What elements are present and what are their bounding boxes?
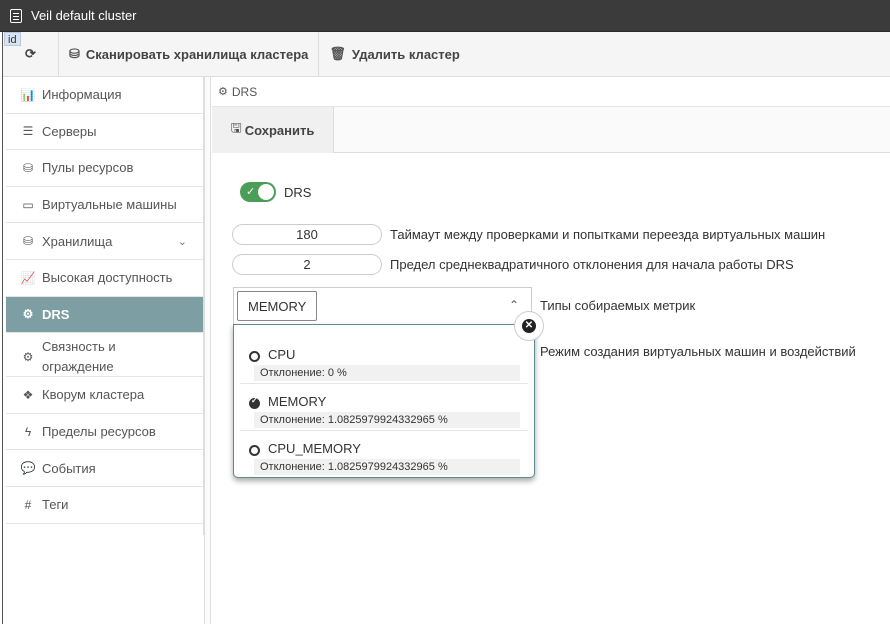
drs-toggle[interactable]: ✓ — [240, 182, 276, 202]
bolt-icon: ϟ — [24, 424, 32, 439]
toggle-knob — [258, 184, 274, 200]
selected-metric-chip[interactable]: MEMORY — [237, 291, 318, 321]
trash-icon: 🗑 — [329, 46, 346, 61]
save-button[interactable]: 🖫 Сохранить — [212, 107, 334, 153]
sidebar-item-quorum[interactable]: ❖ Кворум кластера — [6, 377, 203, 414]
chart-icon: 📊 — [20, 87, 36, 102]
selected-metric-label: MEMORY — [248, 298, 307, 314]
hashtag-icon: # — [24, 497, 32, 512]
refresh-icon: ⟳ — [25, 46, 36, 61]
comment-icon: 💬 — [20, 461, 36, 476]
sidebar-item-label: Виртуальные машины — [42, 197, 177, 213]
option-deviation: Отклонение: 1.0825979924332965 % — [254, 412, 520, 428]
scan-storage-label: Сканировать хранилища кластера — [85, 46, 309, 62]
deviation-input[interactable] — [232, 254, 382, 275]
drs-toggle-label: DRS — [284, 185, 312, 200]
timeout-label: Таймаут между проверками и попытками пер… — [390, 227, 826, 242]
server-icon: ☰ — [22, 124, 34, 139]
breadcrumb: ⚙ DRS — [212, 77, 890, 107]
id-badge: id — [4, 32, 21, 46]
cogs-icon: ⚙ — [218, 86, 228, 98]
chevron-down-icon[interactable]: ⌄ — [178, 235, 187, 248]
metric-option-memory[interactable]: MEMORY Отклонение: 1.0825979924332965 % — [240, 384, 528, 431]
radio-unchecked-icon — [249, 445, 260, 456]
close-dropdown-button[interactable]: ✕ — [514, 311, 544, 341]
database-icon: ⛁ — [22, 234, 34, 249]
sidebar-item-label: События — [42, 460, 96, 476]
sidebar-item-label: Серверы — [42, 123, 97, 139]
check-icon: ✓ — [246, 186, 256, 198]
monitor-icon: ▭ — [22, 197, 34, 212]
sidebar-item-label: Высокая доступность — [42, 270, 173, 286]
sidebar-item-connectivity[interactable]: ⚙ Связность и ограждение — [6, 333, 203, 378]
option-deviation: Отклонение: 0 % — [254, 365, 520, 381]
option-deviation: Отклонение: 1.0825979924332965 % — [254, 459, 520, 475]
metric-option-cpu[interactable]: CPU Отклонение: 0 % — [240, 337, 528, 384]
sidebar-item-virtual-machines[interactable]: ▭ Виртуальные машины — [6, 187, 203, 224]
cubes-icon: ❖ — [22, 387, 34, 402]
close-icon: ✕ — [522, 319, 536, 333]
option-name: CPU_MEMORY — [268, 441, 361, 456]
timeout-input[interactable] — [232, 224, 382, 245]
sidebar-item-resource-pools[interactable]: ⛁ Пулы ресурсов — [6, 150, 203, 187]
mode-label: Режим создания виртуальных машин и возде… — [540, 344, 856, 359]
sidebar-item-high-availability[interactable]: 📈 Высокая доступность — [6, 260, 203, 297]
sidebar-item-info[interactable]: 📊 Информация — [6, 77, 203, 114]
radio-checked-icon — [249, 396, 260, 409]
save-label: Сохранить — [244, 122, 315, 138]
metrics-label: Типы собираемых метрик — [540, 298, 696, 313]
sidebar-item-label: Пределы ресурсов — [42, 424, 156, 440]
sidebar-item-storage[interactable]: ⛁ Хранилища ⌄ — [6, 223, 203, 260]
deviation-label: Предел среднеквадратичного отклонения дл… — [390, 257, 794, 272]
sidebar-item-label: Информация — [42, 87, 122, 103]
action-bar: 🖫 Сохранить — [212, 107, 890, 153]
database-search-icon: ⛁ — [69, 46, 80, 61]
toolbar: ⟳ ⛁ Сканировать хранилища кластера 🗑 Уда… — [3, 31, 890, 77]
sidebar-item-events[interactable]: 💬 События — [6, 450, 203, 487]
metrics-dropdown: CPU Отклонение: 0 % MEMORY Отклонение: 1… — [233, 324, 535, 478]
sidebar-item-label: Кворум кластера — [42, 387, 145, 403]
sidebar-item-label: Хранилища — [42, 233, 113, 249]
cogs-icon: ⚙ — [22, 350, 34, 365]
sidebar-item-drs[interactable]: ⚙ DRS — [6, 296, 203, 334]
sidebar-item-tags[interactable]: # Теги — [6, 487, 203, 524]
metrics-select[interactable]: MEMORY ⌃ — [233, 287, 532, 324]
radio-unchecked-icon — [249, 351, 260, 362]
sidebar-item-label: Пулы ресурсов — [42, 160, 134, 176]
database-gear-icon: ⛁ — [22, 160, 34, 175]
sidebar-item-label: Теги — [42, 497, 69, 513]
window-app-icon — [10, 8, 22, 23]
option-name: CPU — [268, 347, 296, 362]
delete-cluster-label: Удалить кластер — [351, 46, 460, 62]
sidebar: 📊 Информация ☰ Серверы ⛁ Пулы ресурсов ▭… — [6, 77, 204, 535]
scan-storage-button[interactable]: ⛁ Сканировать хранилища кластера — [59, 32, 318, 77]
sidebar-item-label: Связность и ограждение — [42, 339, 116, 375]
cogs-icon: ⚙ — [22, 307, 34, 322]
chevron-up-icon[interactable]: ⌃ — [509, 298, 519, 312]
delete-cluster-button[interactable]: 🗑 Удалить кластер — [319, 32, 469, 77]
panel-splitter[interactable] — [204, 77, 211, 624]
window-titlebar: Veil default cluster — [0, 0, 890, 32]
option-name: MEMORY — [268, 394, 327, 409]
sidebar-item-label: DRS — [42, 306, 70, 322]
floppy-disk-icon: 🖫 — [230, 120, 242, 135]
metric-option-cpu-memory[interactable]: CPU_MEMORY Отклонение: 1.082597992433296… — [240, 431, 528, 478]
breadcrumb-label: DRS — [231, 84, 258, 99]
window-title: Veil default cluster — [31, 8, 137, 23]
sidebar-item-resource-limits[interactable]: ϟ Пределы ресурсов — [6, 414, 203, 451]
line-chart-icon: 📈 — [20, 270, 36, 285]
sidebar-item-servers[interactable]: ☰ Серверы — [6, 114, 203, 151]
